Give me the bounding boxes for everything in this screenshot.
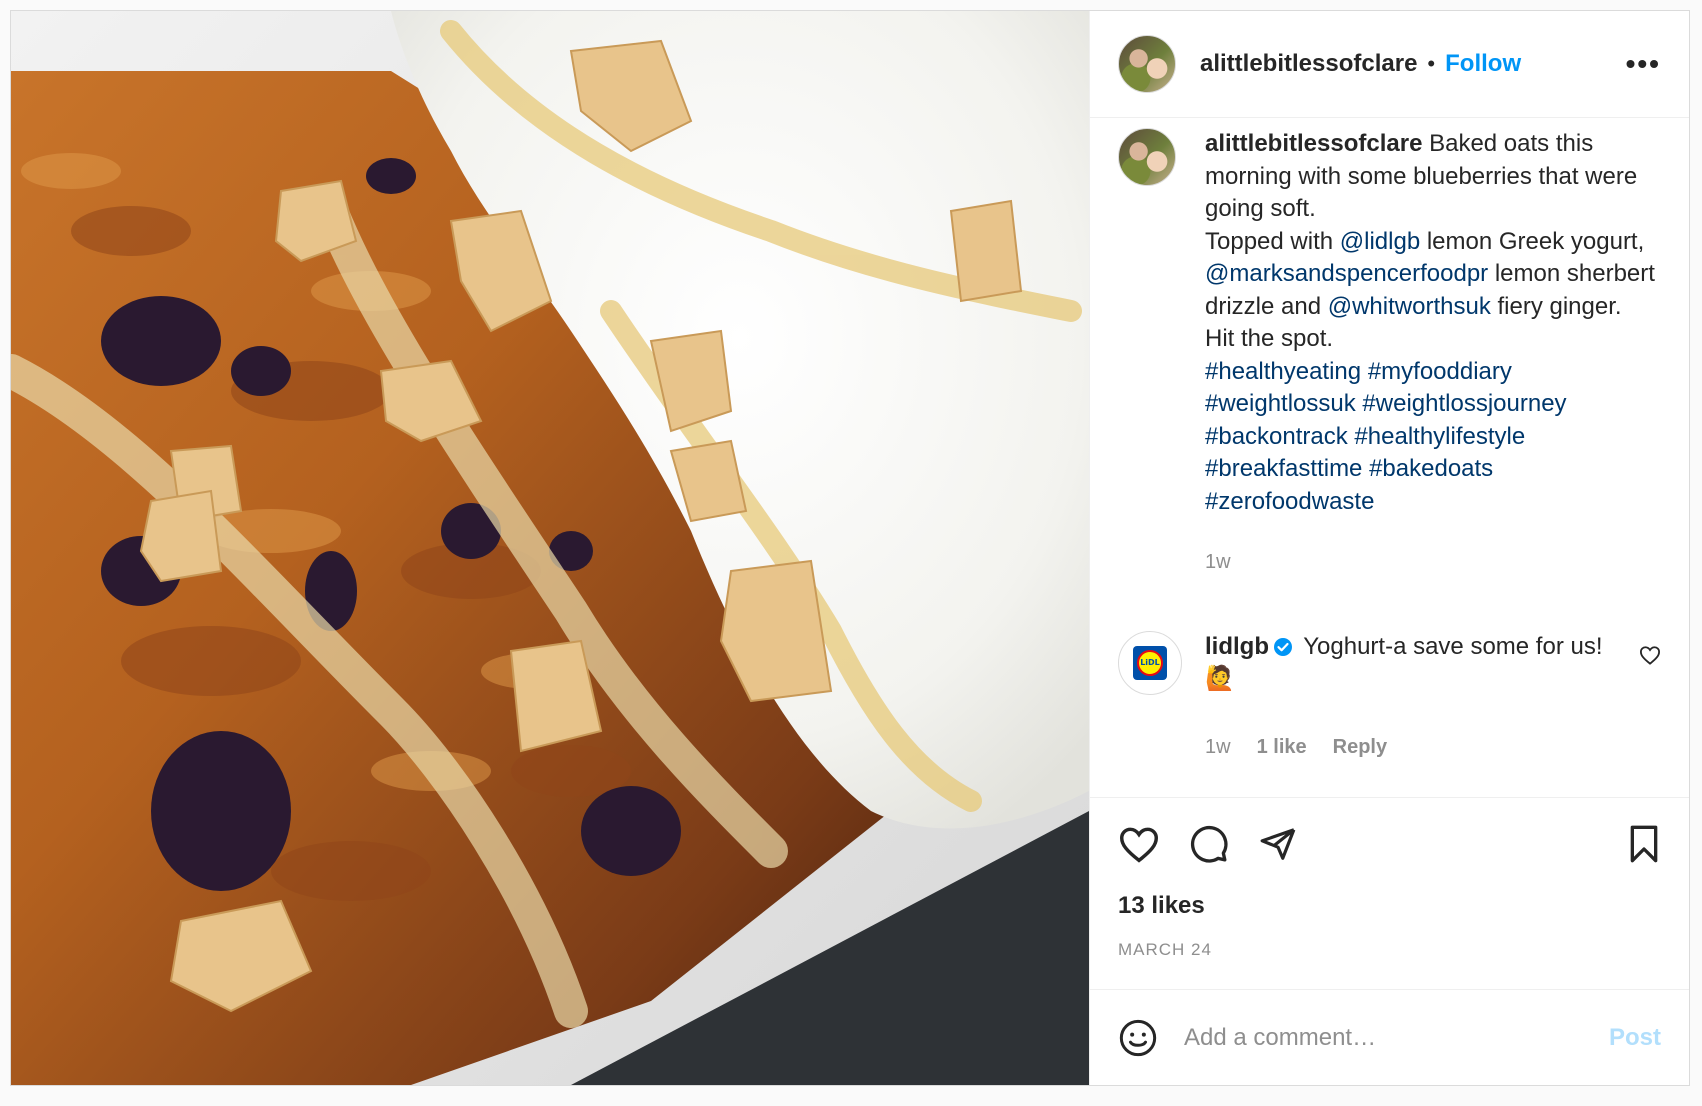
hashtag-link[interactable]: #zerofoodwaste (1205, 488, 1374, 515)
caption-text: fiery ginger. (1490, 292, 1622, 320)
comments-section: alittlebitlessofclare Baked oats this mo… (1090, 118, 1689, 797)
commenter-avatar[interactable]: LiDL (1118, 630, 1182, 695)
comment-body: lidlgb Yoghurt-a save some for us! 🙋 1w … (1205, 631, 1625, 764)
author-username[interactable]: alittlebitlessofclare (1200, 50, 1417, 78)
comment-item: LiDL lidlgb Yoghurt-a save some for us! … (1118, 630, 1661, 764)
hashtag-link[interactable]: #weightlossjourney (1362, 390, 1566, 417)
add-comment-bar: Post (1090, 989, 1689, 1085)
caption-body: alittlebitlessofclare Baked oats this mo… (1205, 128, 1661, 579)
hashtag-link[interactable]: #weightlossuk (1205, 390, 1356, 417)
hashtag-link[interactable]: #breakfasttime (1205, 455, 1362, 482)
caption-text: Topped with (1205, 227, 1340, 255)
mention-link[interactable]: @whitworthsuk (1328, 293, 1491, 320)
commenter-username[interactable]: lidlgb (1205, 633, 1269, 660)
emoji-smiley-icon[interactable] (1118, 1018, 1158, 1058)
follow-button[interactable]: Follow (1445, 50, 1521, 78)
hashtag-link[interactable]: #bakedoats (1369, 455, 1493, 482)
action-icons (1118, 824, 1661, 864)
hashtag-link[interactable]: #myfooddiary (1368, 358, 1512, 385)
post-header: alittlebitlessofclare • Follow ••• (1090, 11, 1689, 118)
separator-dot: • (1427, 51, 1436, 76)
post-card: alittlebitlessofclare • Follow ••• alitt… (10, 10, 1690, 1086)
lidl-logo: LiDL (1133, 645, 1167, 680)
caption-author-avatar[interactable] (1118, 128, 1176, 186)
caption-timestamp[interactable]: 1w (1205, 546, 1661, 579)
mention-link[interactable]: @marksandspencerfoodpr (1205, 260, 1488, 287)
more-options-icon[interactable]: ••• (1626, 48, 1661, 80)
post-comment-button[interactable]: Post (1609, 1024, 1661, 1052)
hashtag-link[interactable]: #backontrack (1205, 423, 1348, 450)
likes-count[interactable]: 13 likes (1118, 892, 1661, 920)
reply-button[interactable]: Reply (1333, 731, 1387, 764)
comment-meta: 1w 1 like Reply (1205, 731, 1625, 764)
post-sidebar: alittlebitlessofclare • Follow ••• alitt… (1089, 11, 1689, 1085)
post-date[interactable]: MARCH 24 (1118, 940, 1661, 960)
lidl-logo-text: LiDL (1137, 649, 1163, 676)
caption-text: Hit the spot. (1205, 325, 1334, 352)
comment-timestamp[interactable]: 1w (1205, 731, 1231, 764)
bookmark-icon[interactable] (1627, 824, 1661, 864)
hashtag-link[interactable]: #healthyeating (1205, 358, 1361, 385)
mention-link[interactable]: @lidlgb (1340, 228, 1420, 255)
baked-oats-photo (11, 11, 1089, 1085)
comment-input[interactable] (1182, 1022, 1609, 1053)
comment-bubble-icon[interactable] (1188, 824, 1230, 864)
post-photo[interactable] (11, 11, 1089, 1085)
caption-username[interactable]: alittlebitlessofclare (1205, 130, 1422, 157)
author-avatar[interactable] (1118, 35, 1176, 93)
post-actions: 13 likes MARCH 24 (1090, 797, 1689, 989)
share-paper-plane-icon[interactable] (1258, 825, 1298, 863)
hashtag-link[interactable]: #healthylifestyle (1354, 423, 1525, 450)
caption: alittlebitlessofclare Baked oats this mo… (1118, 128, 1661, 579)
like-heart-icon[interactable] (1118, 825, 1160, 863)
comment-like-heart-icon[interactable] (1639, 645, 1661, 670)
verified-badge-icon (1273, 637, 1292, 656)
comment-likes[interactable]: 1 like (1257, 731, 1307, 764)
caption-text: lemon Greek yogurt, (1420, 227, 1645, 255)
